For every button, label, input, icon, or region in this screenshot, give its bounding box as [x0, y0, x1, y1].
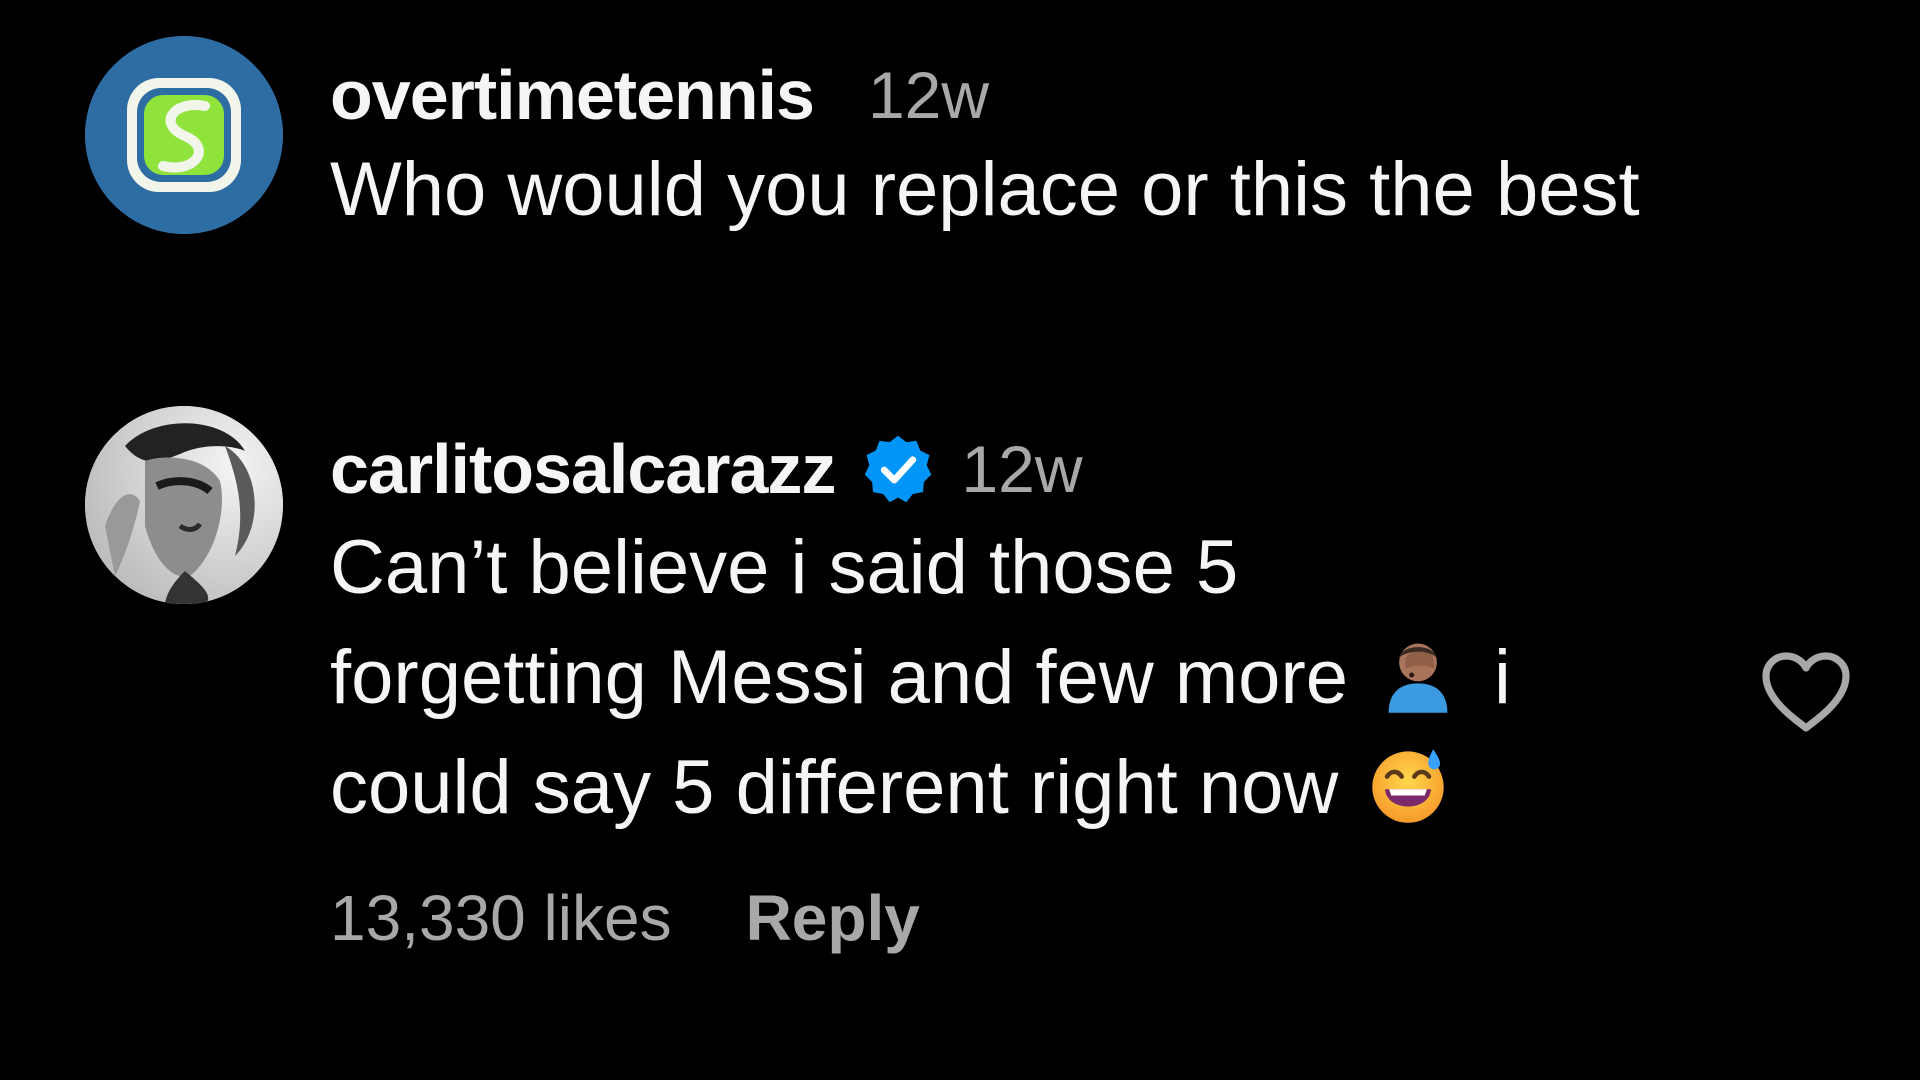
comment-meta: overtimetennis 12w — [330, 55, 1640, 135]
overtime-logo-icon — [85, 36, 283, 234]
comment-actions: 13,330 likes Reply — [330, 881, 1511, 955]
verified-badge-icon — [865, 435, 932, 503]
likes-count[interactable]: 13,330 likes — [330, 881, 672, 955]
comment-line: forgetting Messi and few more i — [330, 623, 1511, 733]
comment-line: Who would you replace or this the best — [330, 147, 1640, 232]
username[interactable]: overtimetennis — [330, 55, 815, 135]
heart-outline-icon[interactable] — [1758, 648, 1854, 736]
comment-line-text: could say 5 different right now — [330, 745, 1339, 830]
comment-text: Can’t believe i said those 5 forgetting … — [330, 513, 1511, 843]
grinning-face-with-sweat-emoji — [1372, 749, 1445, 823]
comment-line: could say 5 different right now — [330, 733, 1511, 843]
comment-line-text: i — [1494, 635, 1511, 720]
timestamp: 12w — [867, 58, 990, 132]
comment-line-text: forgetting Messi and few more — [330, 635, 1349, 720]
comment-line: Can’t believe i said those 5 — [330, 525, 1239, 610]
profile-photo-icon — [85, 406, 283, 604]
reply-button[interactable]: Reply — [746, 881, 920, 955]
avatar[interactable] — [85, 406, 283, 604]
comment-text: Who would you replace or this the best — [330, 135, 1640, 245]
person-facepalming-emoji — [1388, 643, 1448, 713]
avatar[interactable] — [85, 36, 283, 234]
timestamp: 12w — [961, 432, 1083, 506]
comment-meta: carlitosalcarazz 12w — [330, 429, 1511, 509]
username[interactable]: carlitosalcarazz — [330, 429, 836, 509]
